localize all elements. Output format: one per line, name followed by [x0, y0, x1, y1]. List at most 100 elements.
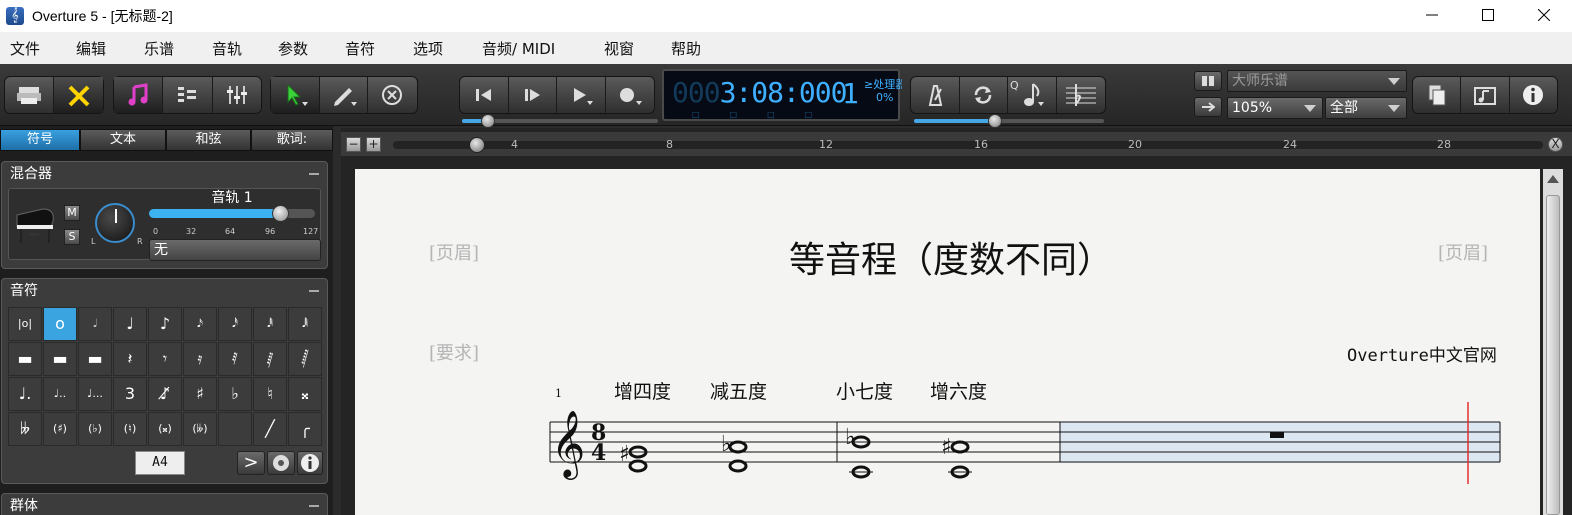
- score-window-button[interactable]: [114, 77, 164, 113]
- mixer-window-button[interactable]: [213, 77, 261, 113]
- tab-text[interactable]: 文本: [80, 129, 166, 151]
- double-whole-rest-icon[interactable]: ▬: [8, 342, 42, 376]
- collapse-icon[interactable]: [309, 505, 319, 507]
- forward-button[interactable]: [509, 77, 557, 113]
- cautionary-sharp-icon[interactable]: (♯): [43, 412, 77, 446]
- slash-icon[interactable]: ╱: [253, 412, 287, 446]
- double-whole-note-icon[interactable]: |o|: [8, 307, 42, 341]
- instrument-select[interactable]: 无: [149, 239, 321, 261]
- menu-help[interactable]: 帮助: [671, 38, 701, 59]
- accent-button[interactable]: >: [237, 451, 265, 475]
- menu-options[interactable]: 选项: [413, 38, 443, 59]
- zoom-select[interactable]: 105%: [1227, 97, 1323, 119]
- triple-dotted-note-icon[interactable]: ♩...: [78, 377, 112, 411]
- menu-track[interactable]: 音轨: [212, 38, 242, 59]
- cautionary-double-flat-icon[interactable]: (𝄫): [183, 412, 217, 446]
- scroll-thumb[interactable]: [1546, 195, 1560, 515]
- whole-note-icon[interactable]: o: [43, 307, 77, 341]
- thirty-second-note-icon[interactable]: 𝅘𝅥𝅰: [218, 307, 252, 341]
- copy-document-button[interactable]: [1413, 77, 1462, 113]
- vertical-scrollbar[interactable]: [1543, 169, 1563, 515]
- whole-note[interactable]: [728, 440, 748, 454]
- natural-icon[interactable]: ♮: [253, 377, 287, 411]
- tempo-slider[interactable]: [914, 114, 1104, 128]
- page-view-button[interactable]: [5, 77, 55, 113]
- quantize-button[interactable]: Q: [1008, 77, 1057, 113]
- half-note-icon[interactable]: 𝅗𝅥: [78, 307, 112, 341]
- double-sharp-icon[interactable]: 𝄪: [288, 377, 322, 411]
- sharp-icon[interactable]: ♯: [183, 377, 217, 411]
- cautionary-double-sharp-icon[interactable]: (𝄪): [148, 412, 182, 446]
- double-flat-icon[interactable]: 𝄫: [8, 412, 42, 446]
- quarter-rest-icon[interactable]: 𝄽: [113, 342, 147, 376]
- staff-notation[interactable]: 𝄞 8 4 ♯ ♭ ♭ ♯: [355, 169, 1540, 515]
- whole-note[interactable]: [728, 459, 748, 473]
- menu-edit[interactable]: 编辑: [76, 38, 106, 59]
- scroll-up-icon[interactable]: [1547, 175, 1559, 183]
- info-button[interactable]: [1510, 77, 1557, 113]
- octave-field[interactable]: A4: [135, 451, 185, 475]
- dotted-note-icon[interactable]: ♩.: [8, 377, 42, 411]
- track-sheet-button[interactable]: [163, 77, 213, 113]
- solo-button[interactable]: S: [64, 229, 80, 245]
- tab-symbols[interactable]: 符号: [0, 129, 80, 151]
- collapse-icon[interactable]: [309, 290, 319, 292]
- pan-knob[interactable]: [95, 203, 135, 243]
- menu-window[interactable]: 视窗: [604, 38, 634, 59]
- loop-button[interactable]: [960, 77, 1008, 113]
- rewind-button[interactable]: [460, 77, 509, 113]
- double-dotted-note-icon[interactable]: ♩..: [43, 377, 77, 411]
- hundred-twenty-eighth-note-icon[interactable]: 𝅘𝅥𝅲: [288, 307, 322, 341]
- eraser-tool-button[interactable]: [368, 77, 417, 113]
- playback-position-knob[interactable]: [481, 114, 495, 128]
- display-mode-select[interactable]: 大师乐谱: [1227, 70, 1407, 92]
- whole-rest[interactable]: [1270, 432, 1284, 438]
- eighth-rest-icon[interactable]: 𝄾: [148, 342, 182, 376]
- zoom-go-button[interactable]: [1194, 97, 1222, 117]
- collapse-icon[interactable]: [309, 173, 319, 175]
- tempo-knob[interactable]: [988, 114, 1002, 128]
- tools-button[interactable]: [54, 77, 103, 113]
- cautionary-flat-icon[interactable]: (♭): [78, 412, 112, 446]
- cautionary-natural-icon[interactable]: (♮): [113, 412, 147, 446]
- menu-audio-midi[interactable]: 音频/ MIDI: [482, 38, 555, 59]
- minimize-button[interactable]: [1404, 0, 1460, 30]
- volume-slider[interactable]: [149, 205, 315, 222]
- empty-slot-icon[interactable]: [218, 412, 252, 446]
- triplet-icon[interactable]: 3: [113, 377, 147, 411]
- sixteenth-note-icon[interactable]: 𝅘𝅥𝅯: [183, 307, 217, 341]
- hundred-twenty-eighth-rest-icon[interactable]: 𝅂: [288, 342, 322, 376]
- tab-chords[interactable]: 和弦: [166, 129, 251, 151]
- record-button[interactable]: [606, 77, 655, 113]
- zoom-in-button[interactable]: +: [366, 137, 381, 152]
- note-info-button[interactable]: [297, 451, 323, 475]
- eighth-note-icon[interactable]: ♪: [148, 307, 182, 341]
- flat-icon[interactable]: ♭: [218, 377, 252, 411]
- close-button[interactable]: [1516, 0, 1572, 30]
- note-properties-button[interactable]: [267, 451, 295, 475]
- slur-icon[interactable]: ╭: [288, 412, 322, 446]
- zoom-out-button[interactable]: −: [346, 137, 361, 152]
- whole-rest-icon[interactable]: ▬: [43, 342, 77, 376]
- mute-button[interactable]: M: [64, 205, 80, 221]
- ruler-track[interactable]: [393, 141, 1543, 149]
- whole-note[interactable]: [628, 459, 648, 473]
- whole-note[interactable]: [950, 440, 970, 454]
- thirty-second-rest-icon[interactable]: 𝅀: [218, 342, 252, 376]
- grace-note-icon[interactable]: ♪̸: [148, 377, 182, 411]
- sixteenth-rest-icon[interactable]: 𝄿: [183, 342, 217, 376]
- sixty-fourth-note-icon[interactable]: 𝅘𝅥𝅱: [253, 307, 287, 341]
- range-select[interactable]: 全部: [1325, 97, 1407, 119]
- sixty-fourth-rest-icon[interactable]: 𝅁: [253, 342, 287, 376]
- staff-button[interactable]: [1057, 77, 1106, 113]
- menu-score[interactable]: 乐谱: [144, 38, 174, 59]
- ruler-position-knob[interactable]: [469, 137, 485, 153]
- metronome-button[interactable]: [911, 77, 960, 113]
- score-setup-button[interactable]: [1461, 77, 1510, 113]
- play-button[interactable]: [557, 77, 606, 113]
- menu-file[interactable]: 文件: [10, 38, 40, 59]
- tab-lyrics[interactable]: 歌词:: [251, 129, 333, 151]
- volume-knob[interactable]: [272, 205, 289, 222]
- half-rest-icon[interactable]: ▬: [78, 342, 112, 376]
- menu-notes[interactable]: 音符: [345, 38, 375, 59]
